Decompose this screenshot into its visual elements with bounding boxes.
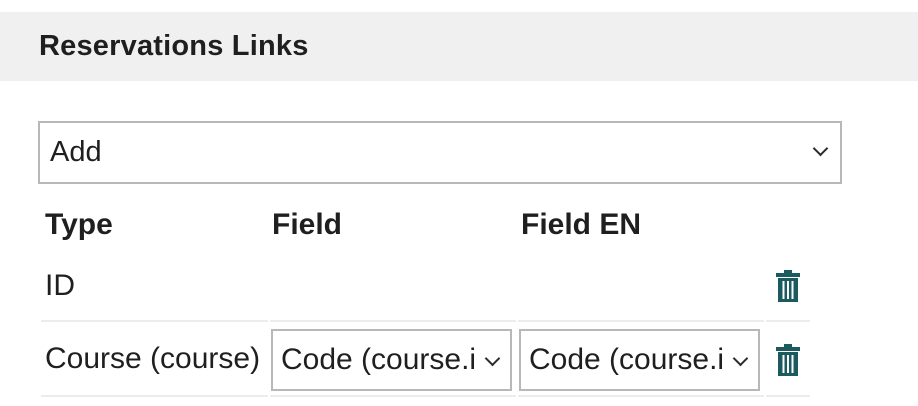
row-2-field-en-value: Code (course.i bbox=[529, 343, 724, 376]
row-divider bbox=[518, 395, 764, 397]
chevron-down-icon bbox=[484, 350, 501, 367]
row-2-field-value: Code (course.i bbox=[281, 343, 476, 376]
row-divider bbox=[41, 320, 268, 322]
column-header-type: Type bbox=[45, 208, 113, 241]
row-2-type: Course (course) bbox=[45, 342, 261, 375]
row-divider bbox=[270, 320, 516, 322]
section-header: Reservations Links bbox=[0, 12, 918, 81]
section-title: Reservations Links bbox=[39, 30, 309, 62]
row-divider bbox=[518, 320, 764, 322]
chevron-down-icon bbox=[732, 350, 749, 367]
row-divider bbox=[766, 320, 810, 322]
top-spacer bbox=[0, 0, 918, 12]
row-divider bbox=[766, 395, 810, 397]
row-2-field-select[interactable]: Code (course.i bbox=[271, 329, 512, 391]
row-2-field-en-select[interactable]: Code (course.i bbox=[519, 329, 760, 391]
row-1-type: ID bbox=[45, 269, 75, 302]
trash-icon[interactable] bbox=[775, 344, 801, 376]
add-link-select-value: Add bbox=[50, 136, 102, 168]
column-header-field-en: Field EN bbox=[521, 208, 642, 241]
add-link-select[interactable]: Add bbox=[38, 121, 842, 184]
row-divider bbox=[270, 395, 516, 397]
column-header-field: Field bbox=[272, 208, 343, 241]
row-divider bbox=[41, 395, 268, 397]
trash-icon[interactable] bbox=[775, 270, 801, 302]
chevron-down-icon bbox=[812, 140, 829, 157]
